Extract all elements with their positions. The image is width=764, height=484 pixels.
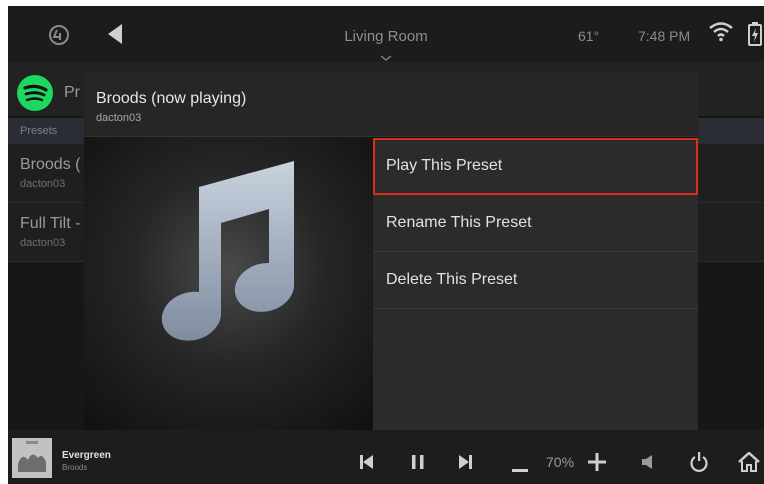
mute-icon[interactable]: [642, 454, 654, 475]
previous-track-icon[interactable]: [360, 454, 374, 475]
rename-preset-button[interactable]: Rename This Preset: [373, 195, 698, 252]
dialog-title: Broods (now playing): [96, 90, 247, 107]
menu-item-label: Rename This Preset: [386, 214, 532, 231]
preset-options-menu: Play This Preset Rename This Preset Dele…: [373, 138, 698, 430]
volume-level: 70%: [546, 454, 575, 470]
source-header-label: Pr: [64, 84, 80, 101]
preset-subtitle: dacton03: [20, 237, 66, 249]
play-preset-button[interactable]: Play This Preset: [373, 138, 698, 195]
preset-title: Full Tilt -: [20, 215, 81, 232]
album-thumbnail[interactable]: [12, 438, 52, 478]
top-bar: Living Room 61° 7:48 PM: [8, 6, 764, 62]
artist-name: Broods: [62, 463, 88, 472]
wifi-icon: [708, 20, 734, 47]
menu-item-label: Delete This Preset: [386, 271, 518, 288]
preset-options-dialog: Broods (now playing) dacton03 Play This …: [84, 72, 698, 430]
clock-time: 7:48 PM: [638, 28, 691, 44]
temperature: 61°: [578, 28, 600, 44]
album-art: [84, 137, 373, 430]
presets-section-label: Presets: [20, 125, 58, 137]
spotify-logo-icon: [16, 74, 54, 117]
power-icon[interactable]: [690, 452, 708, 477]
battery-charging-icon: [748, 22, 762, 51]
volume-up-icon[interactable]: [588, 453, 606, 476]
pause-icon[interactable]: [412, 454, 424, 475]
delete-preset-button[interactable]: Delete This Preset: [373, 252, 698, 309]
volume-down-icon[interactable]: [512, 460, 528, 478]
screen: Living Room 61° 7:48 PM Pr Presets Brood…: [8, 6, 764, 484]
dialog-subtitle: dacton03: [96, 112, 142, 124]
preset-subtitle: dacton03: [20, 178, 66, 190]
next-track-icon[interactable]: [458, 454, 472, 475]
song-title: Evergreen: [62, 450, 111, 461]
dialog-header: Broods (now playing) dacton03: [84, 72, 698, 137]
preset-title: Broods (: [20, 156, 81, 173]
home-icon[interactable]: [738, 451, 760, 477]
menu-item-label: Play This Preset: [386, 157, 503, 174]
now-playing-bar: Evergreen Broods 70%: [8, 430, 764, 484]
